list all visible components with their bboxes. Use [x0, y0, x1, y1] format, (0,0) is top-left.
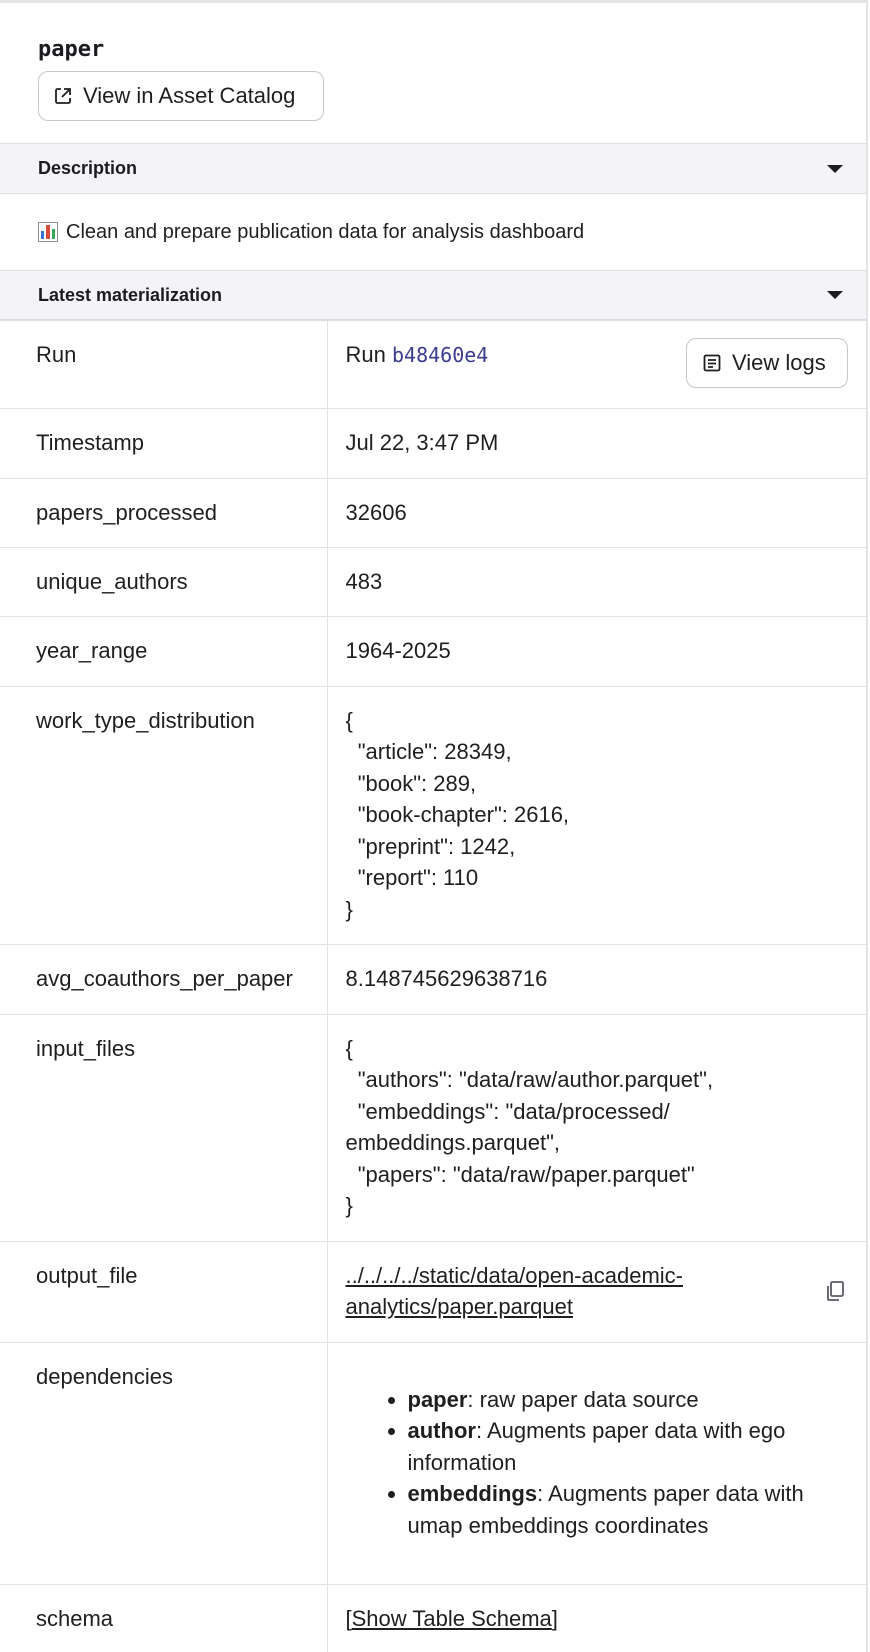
table-row: Timestamp Jul 22, 3:47 PM [0, 408, 866, 479]
table-row: output_file ../../../../static/data/open… [0, 1241, 866, 1343]
dependency-name: paper [407, 1386, 468, 1412]
description-section-toggle[interactable]: Description [0, 144, 866, 194]
dependency-name: author [407, 1418, 476, 1443]
dependency-name: embeddings [407, 1481, 538, 1506]
description-content: Clean and prepare publication data for a… [0, 194, 866, 271]
bar-chart-icon [38, 222, 58, 242]
description-section-label: Description [38, 158, 138, 178]
row-value-output-file: ../../../../static/data/open-academic-an… [327, 1241, 866, 1343]
row-value-run: Run b48460e4 View logs [327, 321, 866, 409]
logs-icon [703, 354, 721, 372]
row-value-avg-coauthors: 8.148745629638716 [327, 944, 866, 1015]
row-value-timestamp: Jul 22, 3:47 PM [327, 408, 866, 479]
row-key-avg-coauthors: avg_coauthors_per_paper [0, 944, 328, 1015]
table-row: input_files { "authors": "data/raw/autho… [0, 1014, 866, 1242]
dependency-desc: : raw paper data source [467, 1386, 699, 1412]
row-key-dependencies: dependencies [0, 1342, 328, 1585]
view-logs-button[interactable]: View logs [686, 338, 848, 388]
table-row: unique_authors 483 [0, 547, 866, 617]
row-value-papers-processed: 32606 [327, 478, 866, 548]
table-row: avg_coauthors_per_paper 8.14874562963871… [0, 944, 866, 1015]
row-key-output-file: output_file [0, 1241, 328, 1343]
materialization-section-toggle[interactable]: Latest materialization [0, 271, 866, 321]
table-row: papers_processed 32606 [0, 478, 866, 548]
caret-down-icon [827, 291, 843, 299]
list-item: paper: raw paper data source [408, 1384, 851, 1416]
row-value-schema: [Show Table Schema] [327, 1584, 866, 1652]
row-value-year-range: 1964-2025 [327, 616, 866, 687]
row-value-input-files: { "authors": "data/raw/author.parquet", … [327, 1014, 866, 1242]
asset-detail-panel: paper View in Asset Catalog Description … [0, 0, 868, 1652]
row-key-year-range: year_range [0, 616, 328, 687]
row-key-run: Run [0, 321, 328, 409]
dependencies-list: paper: raw paper data source author: Aug… [346, 1384, 851, 1542]
show-table-schema-link[interactable]: Show Table Schema [352, 1606, 552, 1631]
row-key-input-files: input_files [0, 1014, 328, 1242]
view-in-asset-catalog-button[interactable]: View in Asset Catalog [38, 71, 324, 121]
row-value-dependencies: paper: raw paper data source author: Aug… [327, 1342, 866, 1585]
row-key-unique-authors: unique_authors [0, 547, 328, 617]
external-link-icon [55, 88, 71, 104]
description-text: Clean and prepare publication data for a… [66, 220, 585, 243]
caret-down-icon [827, 164, 843, 173]
output-file-line-2: analytics/paper.parquet [345, 1294, 574, 1319]
row-value-work-type-distribution: { "article": 28349, "book": 289, "book-c… [327, 686, 866, 945]
catalog-button-label: View in Asset Catalog [83, 83, 296, 108]
list-item: author: Augments paper data with ego inf… [408, 1415, 851, 1478]
table-row: Run Run b48460e4 View logs [0, 321, 866, 409]
asset-header: paper View in Asset Catalog [0, 3, 866, 144]
list-item: embeddings: Augments paper data with uma… [408, 1478, 851, 1541]
row-key-timestamp: Timestamp [0, 408, 328, 479]
row-value-unique-authors: 483 [327, 547, 866, 617]
asset-title: paper [38, 37, 105, 62]
materialization-section-label: Latest materialization [38, 284, 223, 305]
materialization-metadata-table: Run Run b48460e4 View logs Timestamp Jul… [0, 321, 866, 1652]
view-logs-label: View logs [732, 350, 826, 376]
run-id-link[interactable]: b48460e4 [392, 343, 488, 367]
schema-bracket-close: ] [551, 1605, 558, 1631]
table-row: dependencies paper: raw paper data sourc… [0, 1342, 866, 1585]
table-row: schema [Show Table Schema] [0, 1584, 866, 1652]
output-file-line-1: ../../../../static/data/open-academic- [345, 1262, 684, 1288]
table-row: work_type_distribution { "article": 2834… [0, 686, 866, 945]
row-key-work-type-distribution: work_type_distribution [0, 686, 328, 945]
table-row: year_range 1964-2025 [0, 616, 866, 687]
run-prefix: Run [345, 342, 386, 367]
output-file-link[interactable]: ../../../../static/data/open-academic-an… [346, 1263, 684, 1320]
row-key-schema: schema [0, 1584, 328, 1652]
row-key-papers-processed: papers_processed [0, 478, 328, 548]
copy-icon[interactable] [824, 1280, 846, 1302]
